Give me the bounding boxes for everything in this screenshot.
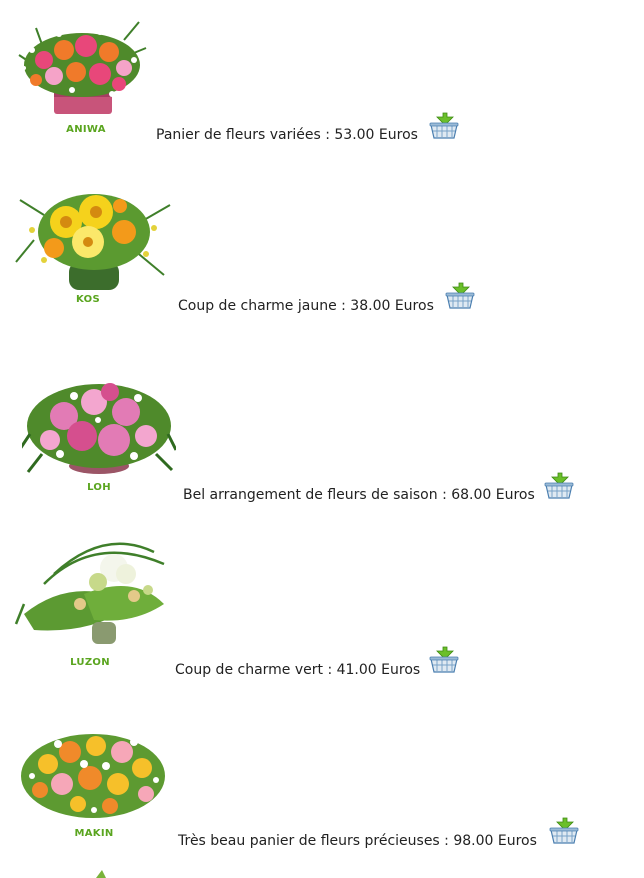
product-code[interactable]: LOH [22, 482, 176, 493]
basket-download-icon [544, 472, 574, 499]
add-to-cart-button[interactable] [444, 280, 476, 312]
basket-download-icon [429, 646, 459, 673]
product-code[interactable]: LUZON [14, 657, 166, 668]
product-code[interactable]: ANIWA [14, 124, 158, 135]
bouquet-image [96, 870, 106, 878]
product-image[interactable] [14, 534, 168, 652]
add-to-cart-button[interactable] [543, 470, 575, 502]
add-to-cart-button[interactable] [428, 110, 460, 142]
product-description: Coup de charme jaune : 38.00 Euros [178, 298, 434, 314]
product-item: LOH Bel arrangement de fleurs de saison … [0, 340, 644, 520]
product-image[interactable] [18, 714, 168, 826]
bouquet-image [15, 194, 171, 290]
bouquet-image [14, 542, 165, 644]
bouquet-image [22, 383, 176, 474]
product-description: Panier de fleurs variées : 53.00 Euros [156, 127, 418, 143]
product-item: KOS Coup de charme jaune : 38.00 Euros [0, 160, 644, 330]
product-code[interactable]: KOS [14, 294, 162, 305]
product-image[interactable] [22, 354, 176, 482]
basket-download-icon [445, 282, 475, 309]
product-description: Très beau panier de fleurs précieuses : … [178, 833, 537, 849]
basket-download-icon [429, 112, 459, 139]
add-to-cart-button[interactable] [428, 644, 460, 676]
basket-download-icon [549, 817, 579, 844]
product-description: Bel arrangement de fleurs de saison : 68… [183, 487, 535, 503]
product-item: ANIWA Panier de fleurs variées : 53.00 E… [0, 0, 644, 150]
product-item: MAKIN Très beau panier de fleurs précieu… [0, 700, 644, 860]
add-to-cart-button[interactable] [548, 815, 580, 847]
product-image-partial[interactable] [40, 868, 160, 878]
product-image[interactable] [14, 10, 150, 122]
product-code[interactable]: MAKIN [18, 828, 170, 839]
bouquet-image [18, 21, 147, 114]
product-description: Coup de charme vert : 41.00 Euros [175, 662, 421, 678]
bouquet-image [21, 734, 165, 818]
product-item: LUZON Coup de charme vert : 41.00 Euros [0, 530, 644, 690]
product-image[interactable] [14, 170, 174, 296]
